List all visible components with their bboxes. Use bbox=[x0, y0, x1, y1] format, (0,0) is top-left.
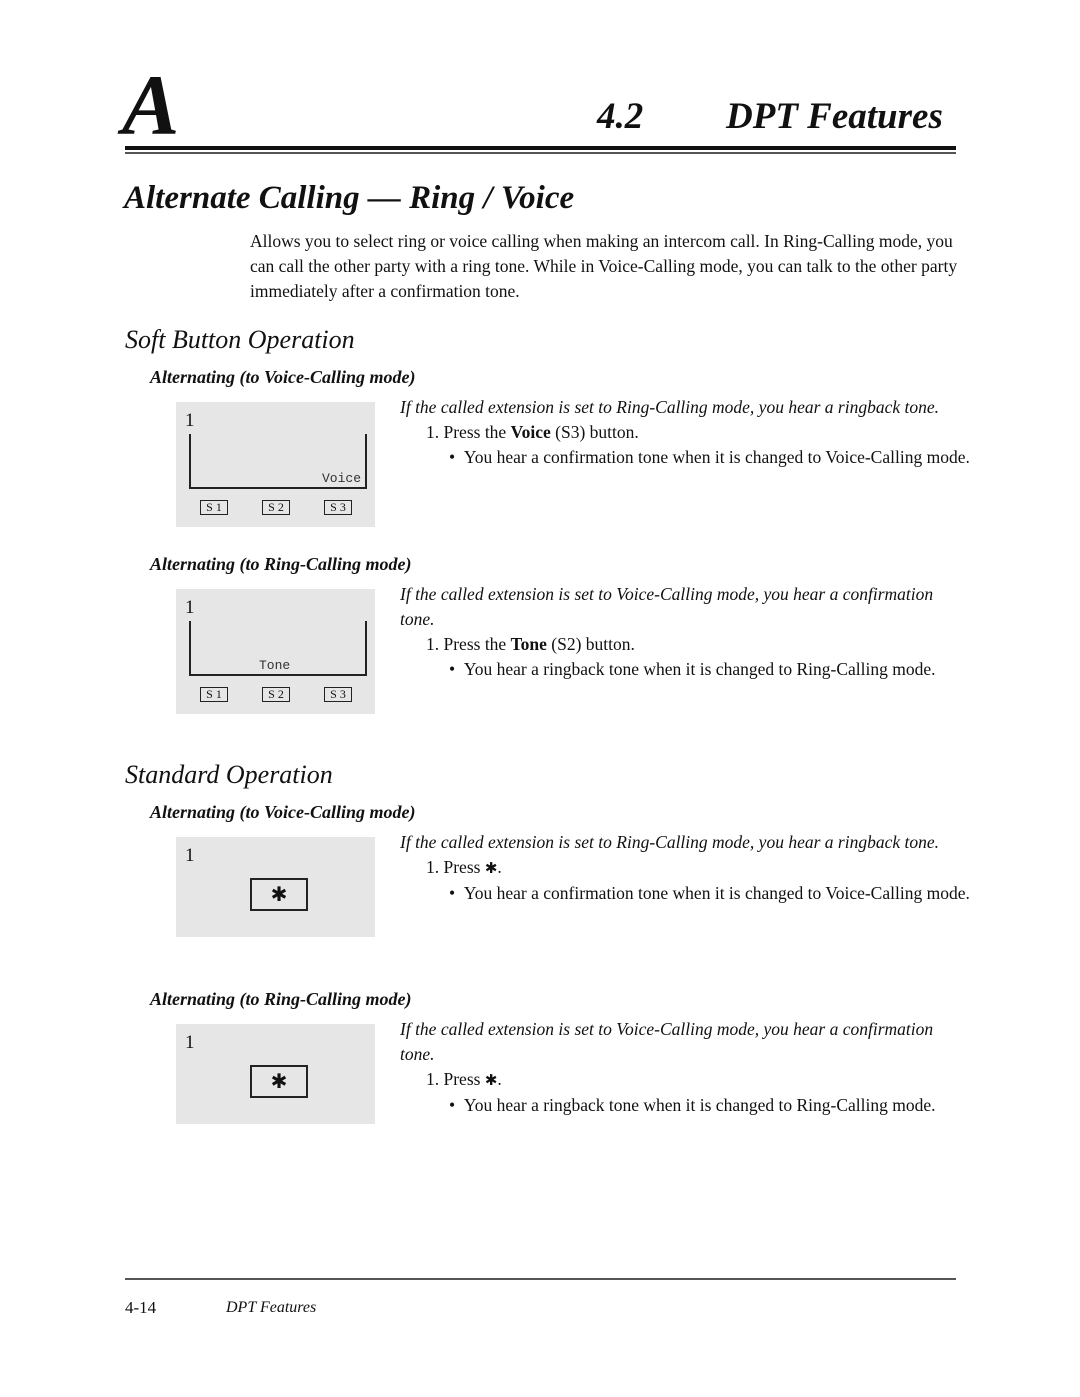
step-suffix: (S2) button. bbox=[546, 634, 635, 654]
step-1: 1. Press ✱. bbox=[400, 1067, 970, 1093]
std-ring-key-illustration: 1 ✱ bbox=[176, 1024, 375, 1124]
footer-rule bbox=[125, 1278, 956, 1280]
step-1: 1. Press the Voice (S3) button. bbox=[400, 420, 970, 445]
lcd-label-voice: Voice bbox=[321, 471, 361, 486]
step-1: 1. Press ✱. bbox=[400, 855, 970, 881]
soft-ring-mode-heading: Alternating (to Ring-Calling mode) bbox=[150, 554, 412, 574]
intro-paragraph: Allows you to select ring or voice calli… bbox=[250, 231, 958, 301]
section-number: 4.2 bbox=[597, 96, 644, 137]
standard-heading: Standard Operation bbox=[125, 760, 333, 789]
condition-text: If the called extension is set to Voice-… bbox=[400, 584, 934, 629]
bullet-text: You hear a confirmation tone when it is … bbox=[463, 447, 970, 467]
line-number: 1 bbox=[185, 845, 195, 866]
std-ring-description: If the called extension is set to Voice-… bbox=[400, 1017, 970, 1118]
bullet-item: • You hear a ringback tone when it is ch… bbox=[400, 657, 970, 682]
chapter-letter: A bbox=[122, 57, 179, 153]
step-prefix: 1. Press the bbox=[426, 634, 511, 654]
step-button-name: Voice bbox=[510, 422, 551, 442]
condition-text: If the called extension is set to Ring-C… bbox=[400, 397, 939, 417]
soft-ring-display-illustration: 1 Tone S 1 S 2 S 3 bbox=[176, 589, 375, 714]
condition-text: If the called extension is set to Voice-… bbox=[400, 1019, 934, 1064]
line-number: 1 bbox=[185, 1032, 195, 1053]
step-button-name: Tone bbox=[510, 634, 547, 654]
bullet-text: You hear a ringback tone when it is chan… bbox=[463, 1095, 936, 1115]
softkey-s2: S 2 bbox=[262, 687, 290, 702]
line-number: 1 bbox=[185, 597, 195, 618]
line-number: 1 bbox=[185, 410, 195, 431]
soft-voice-display-illustration: 1 Voice S 1 S 2 S 3 bbox=[176, 402, 375, 527]
bullet-text: You hear a ringback tone when it is chan… bbox=[463, 659, 936, 679]
softkey-s3: S 3 bbox=[324, 687, 352, 702]
star-key-icon: ✱ bbox=[484, 859, 498, 877]
step-prefix: 1. Press bbox=[426, 1069, 485, 1089]
std-ring-mode-heading: Alternating (to Ring-Calling mode) bbox=[150, 989, 412, 1009]
section-title: DPT Features bbox=[726, 96, 943, 137]
lcd-screen: Voice bbox=[189, 434, 367, 489]
std-voice-description: If the called extension is set to Ring-C… bbox=[400, 830, 970, 906]
header-rule-thick bbox=[125, 146, 956, 150]
page-title: Alternate Calling — Ring / Voice bbox=[124, 180, 575, 216]
bullet-item: • You hear a confirmation tone when it i… bbox=[400, 445, 970, 470]
condition-text: If the called extension is set to Ring-C… bbox=[400, 832, 939, 852]
bullet-item: • You hear a confirmation tone when it i… bbox=[400, 881, 970, 906]
lcd-label-tone: Tone bbox=[259, 658, 291, 673]
step-suffix: . bbox=[497, 857, 502, 877]
bullet-icon: • bbox=[449, 659, 456, 679]
std-voice-mode-heading: Alternating (to Voice-Calling mode) bbox=[150, 802, 416, 822]
soft-voice-mode-heading: Alternating (to Voice-Calling mode) bbox=[150, 367, 416, 387]
footer-title: DPT Features bbox=[226, 1299, 317, 1316]
soft-voice-description: If the called extension is set to Ring-C… bbox=[400, 395, 970, 470]
step-prefix: 1. Press the bbox=[426, 422, 511, 442]
bullet-icon: • bbox=[449, 883, 456, 903]
step-prefix: 1. Press bbox=[426, 857, 485, 877]
bullet-text: You hear a confirmation tone when it is … bbox=[463, 883, 970, 903]
step-suffix: . bbox=[497, 1069, 502, 1089]
page-number: 4-14 bbox=[125, 1298, 157, 1317]
bullet-icon: • bbox=[449, 447, 456, 467]
softkey-s1: S 1 bbox=[200, 500, 228, 515]
std-voice-key-illustration: 1 ✱ bbox=[176, 837, 375, 937]
softkey-s2: S 2 bbox=[262, 500, 290, 515]
step-suffix: (S3) button. bbox=[550, 422, 639, 442]
softkey-s3: S 3 bbox=[324, 500, 352, 515]
lcd-screen: Tone bbox=[189, 621, 367, 676]
step-1: 1. Press the Tone (S2) button. bbox=[400, 632, 970, 657]
soft-ring-description: If the called extension is set to Voice-… bbox=[400, 582, 970, 682]
bullet-item: • You hear a ringback tone when it is ch… bbox=[400, 1093, 970, 1118]
soft-button-heading: Soft Button Operation bbox=[125, 325, 355, 354]
star-key-icon: ✱ bbox=[250, 1065, 308, 1098]
bullet-icon: • bbox=[449, 1095, 456, 1115]
star-key-icon: ✱ bbox=[250, 878, 308, 911]
header-rule-thin bbox=[125, 152, 956, 154]
star-key-icon: ✱ bbox=[484, 1071, 498, 1089]
softkey-s1: S 1 bbox=[200, 687, 228, 702]
